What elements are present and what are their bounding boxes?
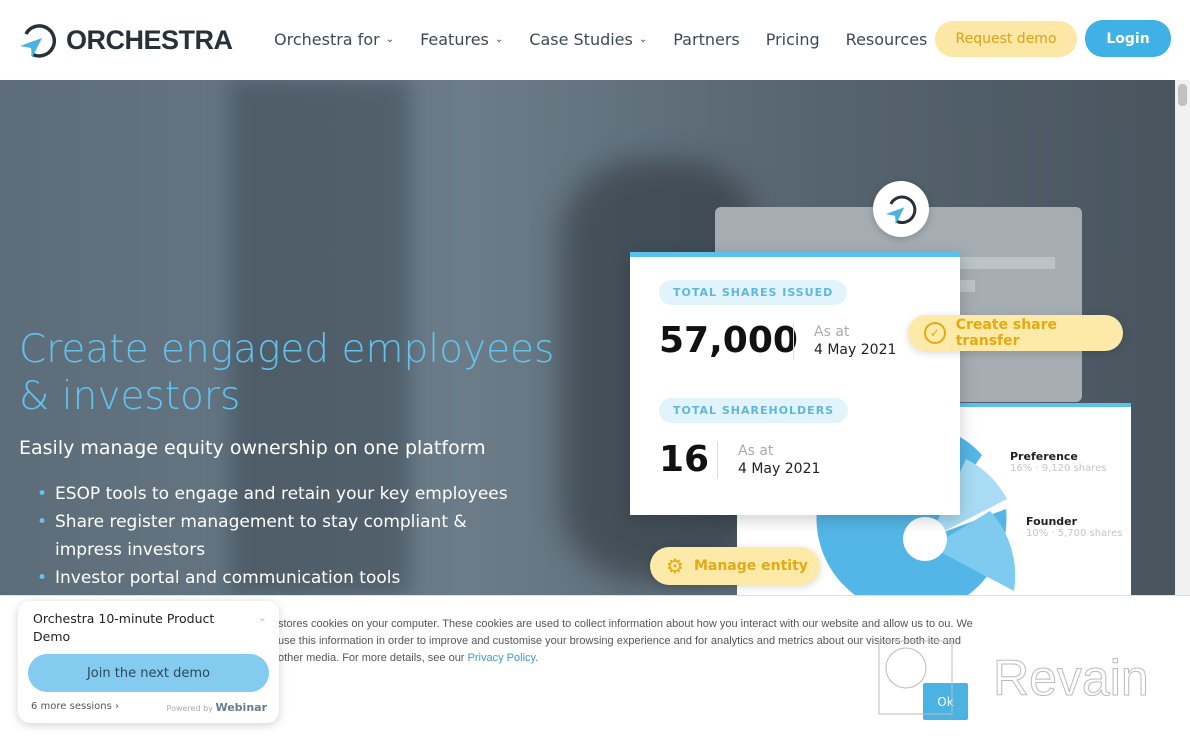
orchestra-logo-icon [885,195,917,225]
legend-founder: Founder 10% · 5,700 shares [1026,515,1123,539]
pie-hole [903,517,947,561]
gear-icon: ⚙ [666,554,684,578]
total-shareholders-value: 16 [659,439,710,480]
chevron-down-icon: ⌄ [494,34,504,45]
chevron-down-icon: ⌄ [385,34,395,45]
list-item: Share register management to stay compli… [37,508,517,564]
placeholder-bar [955,257,1055,269]
hero-title: Create engaged employees & investors [19,327,555,419]
nav-case-studies[interactable]: Case Studies ⌄ [529,30,647,49]
pill-label: Manage entity [693,558,808,574]
orchestra-logo-icon [20,24,57,58]
scrollbar-thumb[interactable] [1178,84,1187,106]
orchestra-badge [873,181,929,237]
total-shares-label: TOTAL SHARES ISSUED [659,280,848,305]
total-shareholders-label: TOTAL SHAREHOLDERS [659,398,849,423]
header: ORCHESTRA Orchestra for ⌄ Features ⌄ Case … [0,0,1190,80]
manage-entity-pill: ⚙ Manage entity [650,547,820,585]
logo[interactable]: ORCHESTRA [18,20,233,60]
widget-title: Orchestra 10-minute Product Demo [33,611,215,644]
chevron-down-icon: ⌄ [638,34,648,45]
privacy-policy-link[interactable]: Privacy Policy [468,652,536,664]
nav-orchestra-for[interactable]: Orchestra for ⌄ [274,30,394,49]
nav-label: Features [420,30,489,49]
check-circle-icon: ✓ [924,322,946,344]
nav-label: Pricing [765,30,820,49]
powered-by: Powered by Webinar [166,701,267,714]
cookie-ok-button[interactable]: Ok [923,683,968,720]
nav-features[interactable]: Features ⌄ [420,30,503,49]
nav-pricing[interactable]: Pricing [766,30,820,49]
feature-list: ESOP tools to engage and retain your key… [37,480,517,592]
login-button[interactable]: Login [1085,20,1171,57]
legend-preference: Preference 16% · 9,120 shares [1010,450,1107,474]
create-share-transfer-pill: ✓ Create share transfer [908,315,1123,351]
nav-partners[interactable]: Partners [673,30,739,49]
hero-subtitle: Easily manage equity ownership on one pl… [19,437,486,459]
nav-label: Resources [845,30,928,49]
list-item: Investor portal and communication tools [37,564,517,592]
join-demo-button[interactable]: Join the next demo [28,654,269,692]
request-demo-button[interactable]: Request demo [935,21,1077,57]
total-shares-value: 57,000 [659,320,798,361]
pill-label: Create share transfer [955,317,1058,349]
holders-date: As at 4 May 2021 [717,442,820,478]
nav-resources[interactable]: Resources⌄ [846,30,942,49]
main-nav: Orchestra for ⌄ Features ⌄ Case Studies ⌄ P… [274,30,968,49]
more-sessions-link[interactable]: 6 more sessions › [31,701,119,712]
shares-date: As at 4 May 2021 [793,323,896,359]
scrollbar[interactable] [1175,80,1190,595]
nav-label: Case Studies [529,30,633,49]
webinar-widget: Orchestra 10-minute Product Demo ⌄ Join … [18,601,279,723]
nav-label: Partners [673,30,740,49]
chevron-down-icon[interactable]: ⌄ [258,611,267,624]
list-item: ESOP tools to engage and retain your key… [37,480,517,508]
nav-label: Orchestra for [274,30,380,49]
stats-card: TOTAL SHARES ISSUED 57,000 As at 4 May 20… [630,252,960,515]
brand-name: ORCHESTRA [66,24,233,55]
